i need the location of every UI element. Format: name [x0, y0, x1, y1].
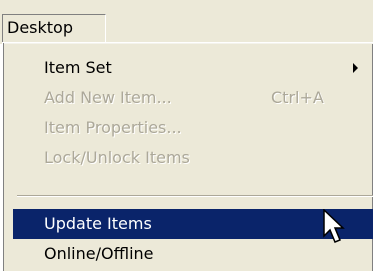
menu-item-label: Add New Item... — [44, 88, 172, 107]
menu-item-add-new-item: Add New Item... Ctrl+A — [13, 83, 373, 113]
menu-item-item-properties: Item Properties... — [13, 113, 373, 143]
menu-item-shortcut: Ctrl+A — [271, 88, 324, 107]
menu-desktop-label: Desktop — [7, 18, 73, 37]
menu-item-item-set[interactable]: Item Set — [13, 53, 373, 83]
menu-separator — [17, 195, 373, 197]
menu-item-lock-unlock-items: Lock/Unlock Items — [13, 143, 373, 173]
menu-item-label: Lock/Unlock Items — [44, 148, 190, 167]
menu-item-update-items[interactable]: Update Items — [13, 209, 373, 239]
mouse-pointer-icon — [323, 209, 345, 243]
menu-item-online-offline[interactable]: Online/Offline — [13, 239, 373, 269]
menu-item-label: Online/Offline — [44, 244, 154, 263]
menu-bar: Desktop — [0, 0, 373, 44]
menu-desktop[interactable]: Desktop — [2, 14, 106, 42]
menu-item-label: Item Properties... — [44, 118, 182, 137]
submenu-arrow-icon — [353, 63, 358, 73]
menu-item-label: Item Set — [44, 58, 112, 77]
desktop-dropdown-menu: Item Set Add New Item... Ctrl+A Item Pro… — [2, 42, 373, 271]
menu-item-label: Update Items — [44, 214, 152, 233]
